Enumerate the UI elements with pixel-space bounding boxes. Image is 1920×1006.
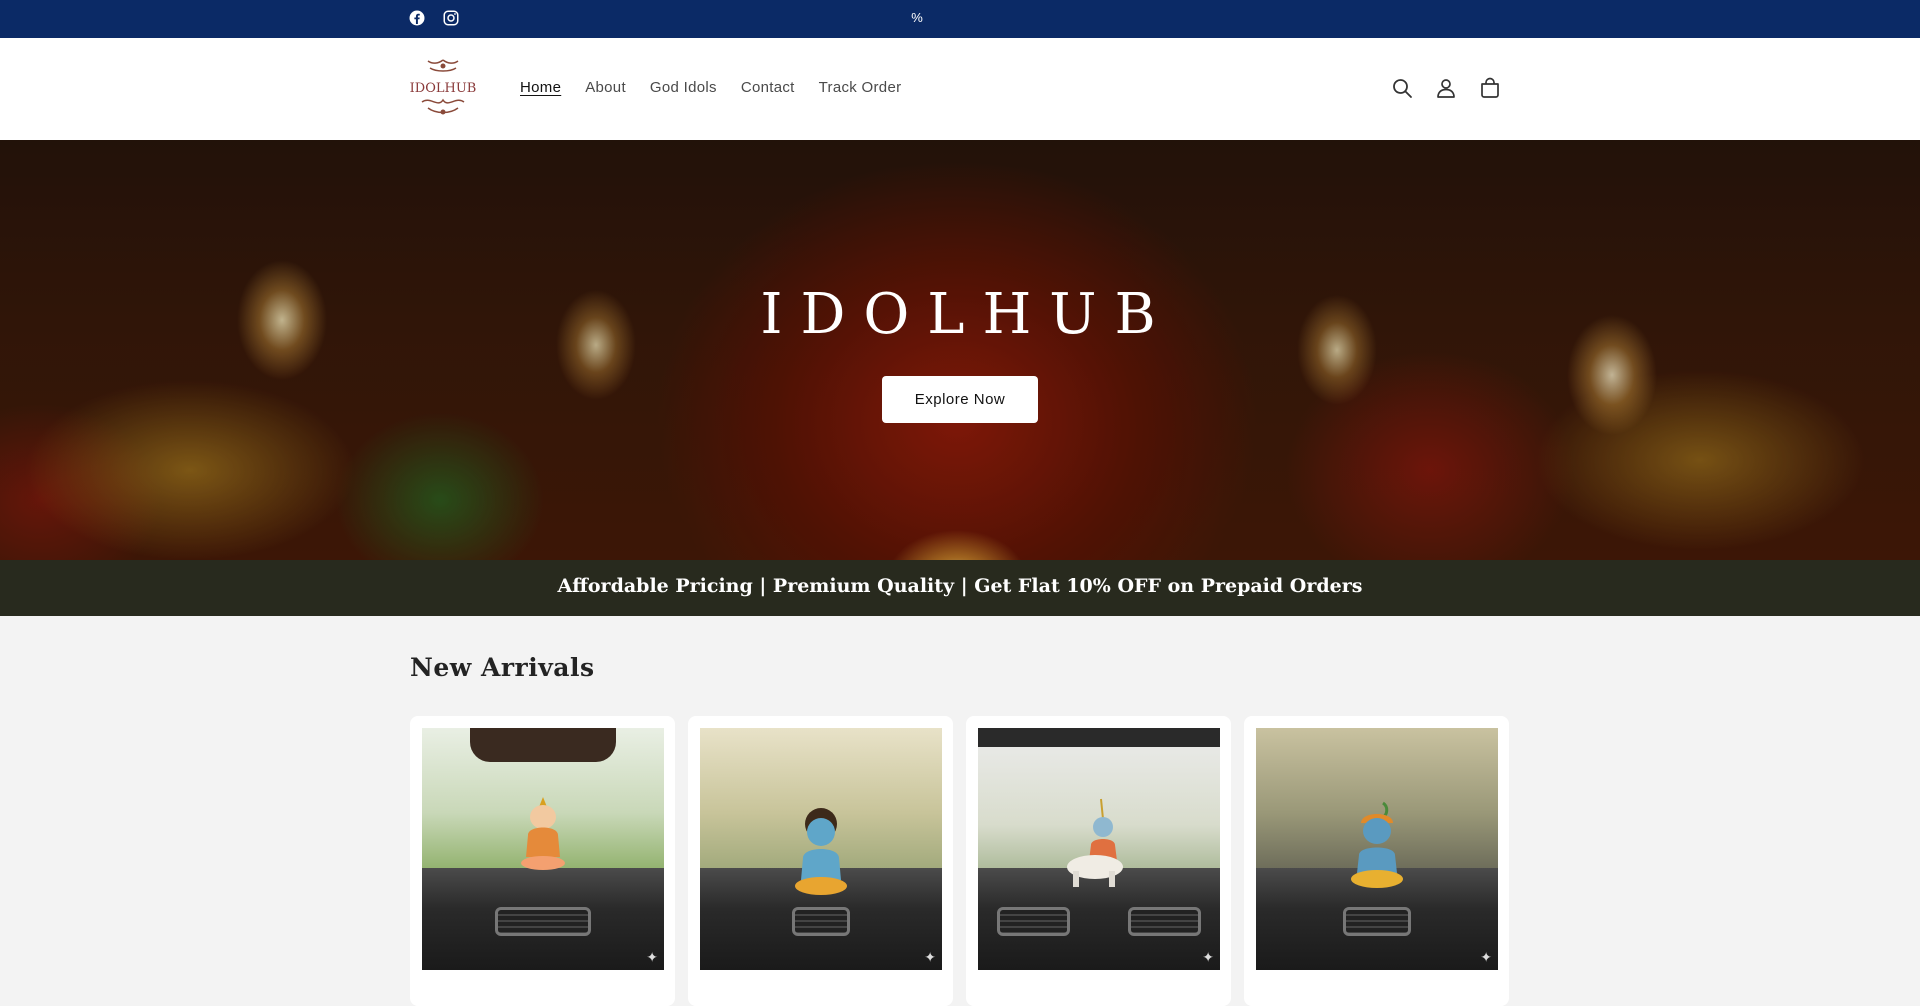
product-image: ✦ xyxy=(978,728,1220,970)
hero-background-image xyxy=(0,140,1920,560)
product-image: ✦ xyxy=(422,728,664,970)
product-image: ✦ xyxy=(700,728,942,970)
announcement-text: % xyxy=(911,10,923,25)
product-grid: ✦ ✦ ✦ ✦ xyxy=(410,716,1510,1006)
sparkle-icon: ✦ xyxy=(924,949,936,965)
cart-icon[interactable] xyxy=(1478,76,1502,100)
promo-text: Affordable Pricing | Premium Quality | G… xyxy=(557,575,1363,597)
nav-home[interactable]: Home xyxy=(520,79,561,96)
product-card[interactable]: ✦ xyxy=(688,716,953,1006)
section-title: New Arrivals xyxy=(410,653,595,682)
nav-track-order[interactable]: Track Order xyxy=(819,79,902,96)
promo-banner: Affordable Pricing | Premium Quality | G… xyxy=(0,560,1920,616)
main-nav: Home About God Idols Contact Track Order xyxy=(520,79,925,96)
nav-god-idols[interactable]: God Idols xyxy=(650,79,717,96)
nav-about[interactable]: About xyxy=(585,79,626,96)
explore-now-button[interactable]: Explore Now xyxy=(882,376,1038,423)
product-card[interactable]: ✦ xyxy=(966,716,1231,1006)
search-icon[interactable] xyxy=(1390,76,1414,100)
sparkle-icon: ✦ xyxy=(1480,949,1492,965)
announcement-bar: % xyxy=(0,0,1920,38)
product-card[interactable]: ✦ xyxy=(410,716,675,1006)
site-logo[interactable]: IDOLHUB xyxy=(408,56,478,120)
sparkle-icon: ✦ xyxy=(646,949,658,965)
hero-title: IDOLHUB xyxy=(760,282,1174,347)
logo-text: IDOLHUB xyxy=(410,81,477,96)
header-actions xyxy=(1390,76,1502,100)
account-icon[interactable] xyxy=(1434,76,1458,100)
hero-banner: IDOLHUB Explore Now xyxy=(0,140,1920,560)
site-header: IDOLHUB Home About God Idols Contact Tra… xyxy=(0,38,1920,140)
product-card[interactable]: ✦ xyxy=(1244,716,1509,1006)
sparkle-icon: ✦ xyxy=(1202,949,1214,965)
nav-contact[interactable]: Contact xyxy=(741,79,795,96)
product-image: ✦ xyxy=(1256,728,1498,970)
